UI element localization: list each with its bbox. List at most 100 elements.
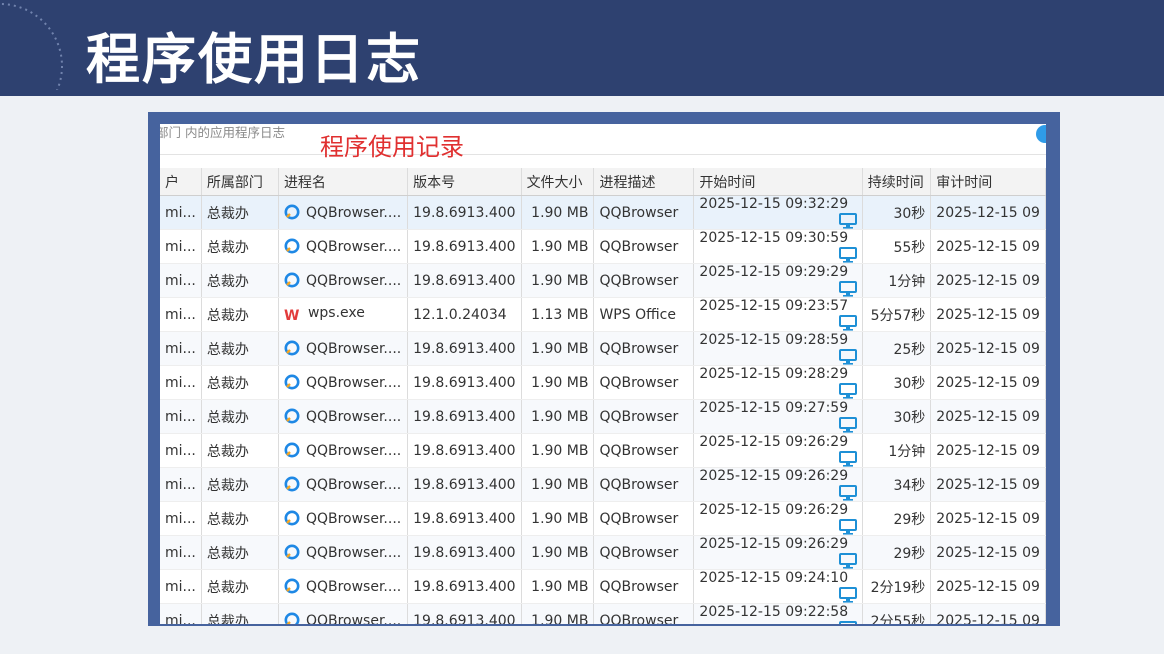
monitor-icon[interactable] [838,519,857,535]
monitor-icon[interactable] [838,247,857,263]
cell-user: mi... [160,535,202,570]
cell-size-text: 1.90 MB [531,476,589,493]
table-row[interactable]: mi... 总裁办 QQBrowser.... 19.8.6913.400 1.90 M… [160,535,1046,570]
monitor-icon[interactable] [838,213,857,229]
monitor-icon[interactable] [838,587,857,603]
monitor-icon[interactable] [838,349,857,365]
cell-duration: 55秒 [862,229,932,264]
header-desc[interactable]: 进程描述 [593,168,695,196]
cell-process: QQBrowser.... [278,501,409,536]
cell-duration-text: 29秒 [893,511,926,528]
cell-process: QQBrowser.... [278,603,409,624]
qqbrowser-icon [284,272,300,288]
cell-desc-text: QQBrowser [599,374,679,391]
monitor-icon[interactable] [838,281,857,297]
cell-duration-text: 5分57秒 [870,307,926,324]
cell-process: QQBrowser.... [278,263,409,298]
cell-dept-text: 总裁办 [206,273,249,290]
cell-version: 19.8.6913.400 [407,501,522,536]
cell-dept: 总裁办 [201,365,279,400]
qqbrowser-icon [284,612,300,624]
table-row[interactable]: mi... 总裁办 QQBrowser.... 19.8.6913.400 1.90 M… [160,501,1046,536]
table-row[interactable]: mi... 总裁办 QQBrowser.... 19.8.6913.400 1.90 M… [160,433,1046,468]
cell-user: mi... [160,365,202,400]
cell-user-text: mi... [165,578,196,595]
cell-version: 19.8.6913.400 [407,331,522,366]
header-start[interactable]: 开始时间 [693,168,863,196]
cell-process: QQBrowser.... [278,535,409,570]
cell-audit-text: 2025-12-15 09 [936,306,1040,323]
header-size[interactable]: 文件大小 [521,168,595,196]
cell-process-text: QQBrowser.... [305,443,402,459]
monitor-icon[interactable] [838,621,857,624]
cell-size: 1.90 MB [521,365,595,400]
cell-audit: 2025-12-15 09 [930,467,1046,502]
cell-user-text: mi... [165,272,196,289]
cell-dept: 总裁办 [201,603,279,624]
cell-desc-text: QQBrowser [599,340,679,357]
table-row[interactable]: mi... 总裁办 QQBrowser.... 19.8.6913.400 1.90 M… [160,467,1046,502]
cell-process: QQBrowser.... [278,229,409,264]
monitor-icon[interactable] [838,553,857,569]
cell-duration: 5分57秒 [862,297,932,332]
cell-user: mi... [160,297,202,332]
cell-dept: 总裁办 [201,569,279,604]
header-version[interactable]: 版本号 [407,168,522,196]
cell-user-text: mi... [165,408,196,425]
monitor-icon[interactable] [838,315,857,331]
cell-dept-text: 总裁办 [206,477,249,494]
table-row[interactable]: mi... 总裁办 QQBrowser.... 19.8.6913.400 1.90 M… [160,603,1046,625]
table-row[interactable]: mi... 总裁办 QQBrowser.... 19.8.6913.400 1.90 M… [160,229,1046,264]
cell-version-text: 19.8.6913.400 [413,578,516,595]
cell-version: 19.8.6913.400 [407,399,522,434]
table-row[interactable]: mi... 总裁办 QQBrowser.... 19.8.6913.400 1.90 M… [160,263,1046,298]
header-duration[interactable]: 持续时间 [862,168,932,196]
cell-audit-text: 2025-12-15 09 [936,476,1040,493]
cell-duration: 30秒 [862,195,932,230]
header-process[interactable]: 进程名 [278,168,409,196]
cell-audit-text: 2025-12-15 09 [936,442,1040,459]
cell-desc: QQBrowser [593,331,695,366]
cell-desc-text: QQBrowser [599,204,679,221]
cell-desc: QQBrowser [593,535,695,570]
cell-start: 2025-12-15 09:30:59 [693,229,863,264]
cell-audit: 2025-12-15 09 [930,263,1046,298]
cell-size-text: 1.90 MB [531,544,589,561]
cell-size-text: 1.90 MB [531,272,589,289]
header-user[interactable]: 户 [160,168,202,196]
monitor-icon[interactable] [838,383,857,399]
header-dept[interactable]: 所属部门 [201,168,279,196]
cell-size-text: 1.90 MB [531,374,589,391]
cell-dept: 总裁办 [201,501,279,536]
monitor-icon[interactable] [838,485,857,501]
cell-duration-text: 2分19秒 [870,579,926,596]
cell-duration-text: 29秒 [893,545,926,562]
cell-start-text: 2025-12-15 09:28:29 [699,366,849,382]
monitor-icon[interactable] [838,451,857,467]
cell-audit-text: 2025-12-15 09 [936,374,1040,391]
table-row[interactable]: mi... 总裁办 Wwps.exe 12.1.0.24034 1.13 MB WPS O… [160,297,1046,332]
table-row[interactable]: mi... 总裁办 QQBrowser.... 19.8.6913.400 1.90 M… [160,331,1046,366]
cell-dept: 总裁办 [201,399,279,434]
cell-duration: 25秒 [862,331,932,366]
qqbrowser-icon [284,204,300,220]
cell-user: mi... [160,569,202,604]
table-row[interactable]: mi... 总裁办 QQBrowser.... 19.8.6913.400 1.90 M… [160,365,1046,400]
cell-desc-text: QQBrowser [599,442,679,459]
table-row[interactable]: mi... 总裁办 QQBrowser.... 19.8.6913.400 1.90 M… [160,399,1046,434]
cell-audit-text: 2025-12-15 09 [936,612,1040,625]
cell-audit: 2025-12-15 09 [930,603,1046,625]
monitor-icon[interactable] [838,417,857,433]
cell-version: 19.8.6913.400 [407,365,522,400]
cell-process-text: QQBrowser.... [305,613,402,624]
cell-start: 2025-12-15 09:26:29 [693,535,863,570]
header-audit[interactable]: 审计时间 [930,168,1046,196]
refresh-icon[interactable] [1036,125,1046,143]
cell-user-text: mi... [165,612,196,625]
cell-dept-text: 总裁办 [206,443,249,460]
cell-start: 2025-12-15 09:32:29 [693,195,863,230]
cell-duration: 34秒 [862,467,932,502]
table-row[interactable]: mi... 总裁办 QQBrowser.... 19.8.6913.400 1.90 M… [160,569,1046,604]
cell-start-text: 2025-12-15 09:26:29 [699,536,849,552]
table-row[interactable]: mi... 总裁办 QQBrowser.... 19.8.6913.400 1.90 M… [160,195,1046,230]
